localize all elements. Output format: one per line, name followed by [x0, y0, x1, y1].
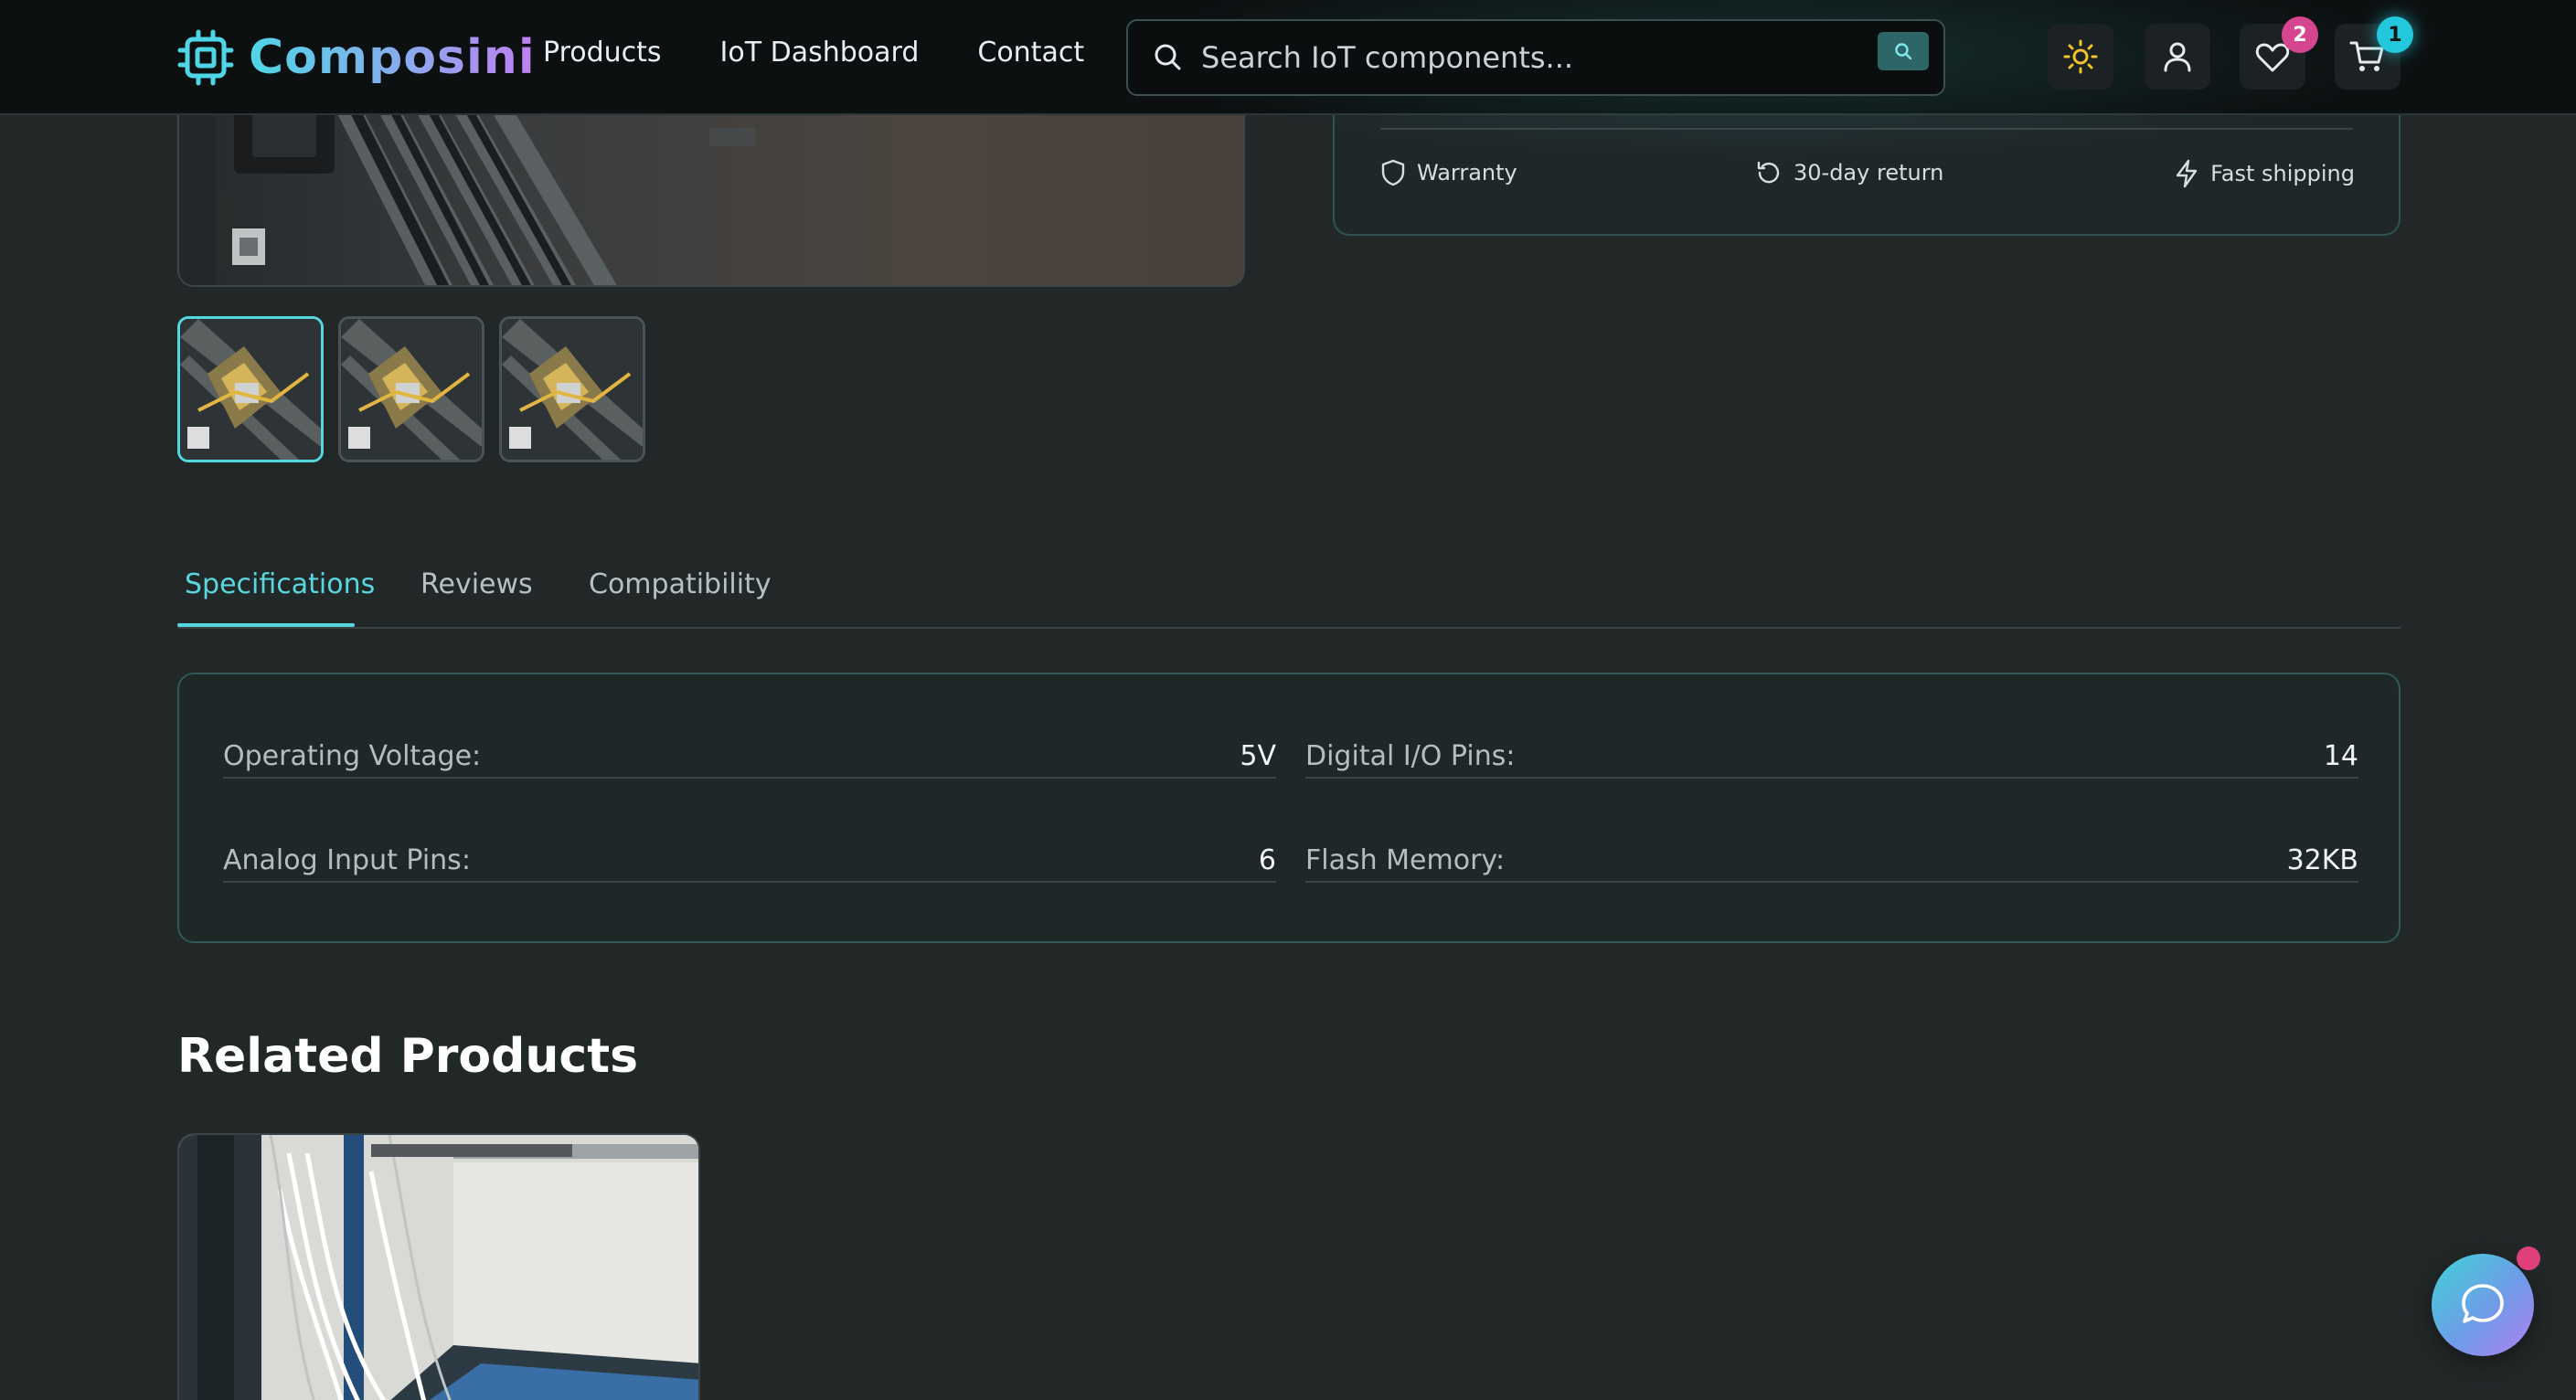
thumbnail-2[interactable] [338, 316, 484, 462]
chip-icon [177, 29, 234, 86]
account-button[interactable] [2145, 24, 2210, 90]
wishlist-button[interactable]: 2 [2240, 16, 2318, 90]
theme-toggle-button[interactable] [2048, 24, 2113, 90]
spec-row: Flash Memory: 32KB [1305, 779, 2358, 883]
search-input[interactable] [1201, 21, 1841, 94]
perk-label: 30-day return [1794, 160, 1944, 186]
thumbnail-image [502, 319, 643, 460]
spec-row: Operating Voltage: 5V [223, 674, 1276, 779]
related-products-heading: Related Products [177, 1029, 639, 1084]
network-switch-photo [179, 1135, 698, 1400]
spec-label: Analog Input Pins: [223, 844, 471, 876]
thumbnail-3[interactable] [499, 316, 645, 462]
lightning-icon [2176, 159, 2198, 188]
spec-label: Operating Voltage: [223, 740, 482, 772]
spec-value: 5V [1240, 740, 1276, 772]
product-tabs: Specifications Reviews Compatibility [177, 559, 2400, 629]
sun-icon [2063, 39, 2098, 74]
thumbnail-image [180, 319, 321, 460]
active-tab-indicator [177, 623, 355, 627]
rotate-ccw-icon [1757, 161, 1780, 184]
thumbnail-image [341, 319, 482, 460]
spec-value: 32KB [2286, 844, 2358, 876]
brand-name: Composini [249, 30, 536, 85]
perk-label: Fast shipping [2210, 161, 2355, 186]
search-icon [1895, 43, 1912, 60]
chat-notification-dot [2517, 1246, 2540, 1270]
spec-row: Digital I/O Pins: 14 [1305, 674, 2358, 779]
nav-products[interactable]: Products [543, 37, 662, 69]
top-navbar: Composini Products IoT Dashboard Contact [0, 0, 2576, 164]
related-product-card[interactable] [177, 1133, 700, 1400]
thumbnail-strip [177, 316, 645, 462]
cart-button[interactable]: 1 [2335, 16, 2413, 90]
tab-reviews[interactable]: Reviews [420, 568, 533, 600]
tab-specifications[interactable]: Specifications [185, 568, 375, 600]
card-divider [1380, 128, 2353, 130]
search-submit-button[interactable] [1878, 32, 1929, 70]
nav-iot-dashboard[interactable]: IoT Dashboard [720, 37, 920, 69]
search-icon [1155, 44, 1181, 70]
thumbnail-1[interactable] [177, 316, 324, 462]
spec-label: Flash Memory: [1305, 844, 1506, 876]
chat-button[interactable] [2432, 1254, 2534, 1356]
product-detail-page: Warranty 30-day return Fast shipping Spe… [0, 0, 2576, 1400]
perk-label: Warranty [1417, 160, 1517, 186]
spec-label: Digital I/O Pins: [1305, 740, 1516, 772]
user-icon [2164, 42, 2191, 72]
brand-logo[interactable]: Composini [177, 26, 536, 90]
nav-contact[interactable]: Contact [977, 37, 1084, 69]
perk-return: 30-day return [1755, 159, 1943, 186]
perk-warranty: Warranty [1380, 159, 1517, 186]
main-nav: Products IoT Dashboard Contact [543, 37, 1084, 69]
shield-icon [1381, 159, 1405, 186]
chat-bubble-icon [2462, 1284, 2504, 1323]
specifications-panel: Operating Voltage: 5V Digital I/O Pins: … [177, 673, 2400, 943]
spec-value: 6 [1258, 844, 1276, 876]
spec-value: 14 [2323, 740, 2358, 772]
spec-row: Analog Input Pins: 6 [223, 779, 1276, 883]
search-bar [1126, 19, 1945, 96]
tab-compatibility[interactable]: Compatibility [589, 568, 772, 600]
cart-count-badge: 1 [2377, 16, 2413, 53]
wishlist-count-badge: 2 [2282, 16, 2318, 53]
perk-shipping: Fast shipping [2174, 159, 2355, 188]
